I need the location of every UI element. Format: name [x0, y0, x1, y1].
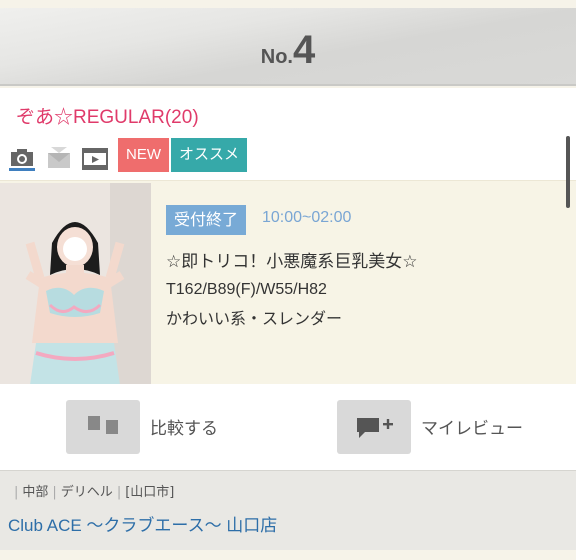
- work-hours: 10:00~02:00: [262, 209, 352, 226]
- girl-type: かわいい系・スレンダー: [166, 309, 343, 328]
- action-row: 比較する マイレビュー: [0, 384, 576, 470]
- breadcrumb-separator: |: [116, 485, 122, 500]
- body-specs: T162/B89(F)/W55/H82: [166, 281, 327, 298]
- breadcrumb-category[interactable]: デリヘル: [61, 485, 113, 500]
- compare-label[interactable]: 比較する: [150, 414, 218, 439]
- breadcrumb-city[interactable]: [山口市]: [125, 485, 174, 500]
- rank-banner: No.4: [0, 0, 576, 86]
- shop-info: | 中部 | デリヘル | [山口市] Club ACE ～クラブエース～ 山口店: [0, 470, 576, 550]
- shop-name-link[interactable]: Club ACE ～クラブエース～ 山口店: [8, 511, 277, 536]
- girl-name-link[interactable]: ぞあ☆REGULAR(20): [16, 102, 199, 129]
- breadcrumb-area[interactable]: 中部: [22, 485, 48, 500]
- bottom-strip: [0, 550, 576, 560]
- breadcrumb: | 中部 | デリヘル | [山口市]: [10, 481, 174, 500]
- scrollbar[interactable]: [566, 136, 570, 208]
- compare-icon: [88, 416, 118, 434]
- camera-icon: [9, 149, 35, 171]
- rank-label: No.4: [0, 28, 576, 73]
- profile-photo-image: [0, 183, 151, 385]
- review-label[interactable]: マイレビュー: [421, 414, 523, 439]
- rank-number: 4: [292, 28, 316, 72]
- video-icon: [82, 148, 108, 170]
- recommend-badge: オススメ: [171, 138, 248, 172]
- breadcrumb-separator: |: [14, 485, 19, 500]
- breadcrumb-separator: |: [52, 485, 57, 500]
- compare-button[interactable]: [66, 400, 140, 454]
- feature-icon-row: NEW オススメ: [0, 138, 576, 180]
- comment-plus-icon: [357, 418, 393, 438]
- ranking-card-page: No.4 ぞあ☆REGULAR(20) NEW オススメ 受付終了 10:00~…: [0, 0, 576, 560]
- name-row: ぞあ☆REGULAR(20): [0, 88, 576, 140]
- profile-photo[interactable]: [0, 183, 151, 385]
- review-button[interactable]: [337, 400, 411, 454]
- mail-icon: [48, 147, 70, 168]
- new-badge: NEW: [118, 138, 169, 172]
- profile-card: 受付終了 10:00~02:00 ☆即トリコ！小悪魔系巨乳美女☆ T162/B8…: [0, 180, 576, 385]
- rank-prefix: No.: [260, 46, 293, 68]
- catchphrase: ☆即トリコ！小悪魔系巨乳美女☆: [166, 252, 418, 272]
- status-badge: 受付終了: [166, 205, 247, 235]
- top-strip: [0, 0, 576, 8]
